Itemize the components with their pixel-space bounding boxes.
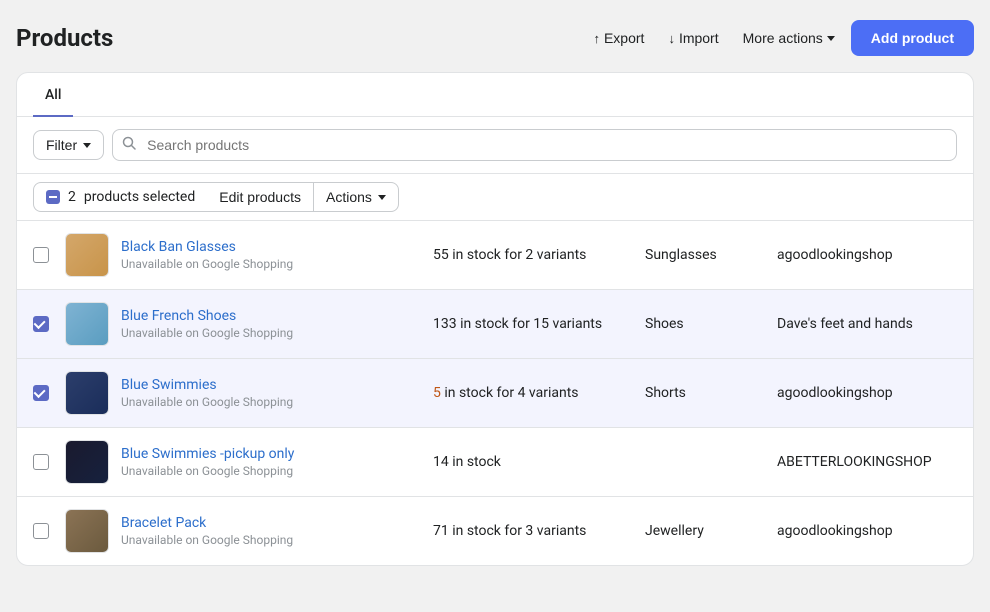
table-row: Black Ban Glasses Unavailable on Google S… [17, 221, 973, 290]
table-row: Blue French Shoes Unavailable on Google S… [17, 290, 973, 359]
tabs-bar: All [17, 73, 973, 117]
product-subtitle: Unavailable on Google Shopping [121, 395, 421, 409]
checkbox-cell [33, 523, 53, 539]
search-icon [122, 136, 136, 154]
stock-cell: 14 in stock [433, 454, 633, 470]
filter-chevron-icon [83, 143, 91, 148]
export-icon: ↑ [593, 31, 600, 46]
header-actions: ↑ Export ↓ Import More actions Add produ… [585, 20, 974, 56]
product-info: Bracelet Pack Unavailable on Google Shopp… [121, 515, 421, 547]
product-thumbnail [65, 233, 109, 277]
product-checkbox[interactable] [33, 454, 49, 470]
add-product-button[interactable]: Add product [851, 20, 974, 56]
checkbox-cell [33, 247, 53, 263]
export-button[interactable]: ↑ Export [585, 24, 652, 52]
product-name[interactable]: Bracelet Pack [121, 515, 206, 531]
search-container [112, 129, 957, 161]
category-cell: Shoes [645, 316, 765, 332]
product-info: Blue French Shoes Unavailable on Google S… [121, 308, 421, 340]
selected-count: 2 [68, 189, 76, 205]
filter-button[interactable]: Filter [33, 130, 104, 160]
stock-cell: 55 in stock for 2 variants [433, 247, 633, 263]
product-name[interactable]: Blue French Shoes [121, 308, 236, 324]
toolbar: Filter [17, 117, 973, 173]
chevron-down-icon [827, 36, 835, 41]
product-thumbnail [65, 371, 109, 415]
more-actions-button[interactable]: More actions [735, 24, 843, 52]
vendor-cell: ABETTERLOOKINGSHOP [777, 454, 957, 470]
product-checkbox[interactable] [33, 523, 49, 539]
checkbox-cell [33, 316, 53, 332]
stock-warning: 5 [433, 385, 441, 401]
actions-chevron-icon [378, 195, 386, 200]
selected-label: products selected [84, 189, 195, 205]
product-info: Blue Swimmies Unavailable on Google Shopp… [121, 377, 421, 409]
page-header: Products ↑ Export ↓ Import More actions … [16, 20, 974, 56]
products-card: All Filter 2 [16, 72, 974, 566]
page-container: Products ↑ Export ↓ Import More actions … [0, 0, 990, 612]
product-info: Black Ban Glasses Unavailable on Google S… [121, 239, 421, 271]
product-name[interactable]: Black Ban Glasses [121, 239, 236, 255]
vendor-cell: agoodlookingshop [777, 523, 957, 539]
product-checkbox[interactable] [33, 385, 49, 401]
import-button[interactable]: ↓ Import [660, 24, 726, 52]
minus-icon [46, 190, 60, 204]
vendor-cell: agoodlookingshop [777, 247, 957, 263]
category-cell: Jewellery [645, 523, 765, 539]
tab-all[interactable]: All [33, 73, 73, 117]
checkbox-cell [33, 385, 53, 401]
product-subtitle: Unavailable on Google Shopping [121, 533, 421, 547]
product-info: Blue Swimmies -pickup only Unavailable on… [121, 446, 421, 478]
checkbox-cell [33, 454, 53, 470]
product-thumbnail [65, 509, 109, 553]
product-table: Black Ban Glasses Unavailable on Google S… [17, 221, 973, 565]
product-checkbox[interactable] [33, 247, 49, 263]
vendor-cell: Dave's feet and hands [777, 316, 957, 332]
table-row: Blue Swimmies Unavailable on Google Shopp… [17, 359, 973, 428]
search-input[interactable] [112, 129, 957, 161]
edit-products-button[interactable]: Edit products [207, 182, 314, 212]
product-subtitle: Unavailable on Google Shopping [121, 464, 421, 478]
vendor-cell: agoodlookingshop [777, 385, 957, 401]
selection-indicator: 2 products selected [33, 182, 207, 212]
product-checkbox[interactable] [33, 316, 49, 332]
product-subtitle: Unavailable on Google Shopping [121, 326, 421, 340]
category-cell: Sunglasses [645, 247, 765, 263]
stock-cell: 71 in stock for 3 variants [433, 523, 633, 539]
product-subtitle: Unavailable on Google Shopping [121, 257, 421, 271]
product-name[interactable]: Blue Swimmies -pickup only [121, 446, 294, 462]
product-name[interactable]: Blue Swimmies [121, 377, 217, 393]
table-row: Blue Swimmies -pickup only Unavailable on… [17, 428, 973, 497]
selection-bar: 2 products selected Edit products Action… [17, 173, 973, 221]
product-thumbnail [65, 440, 109, 484]
product-thumbnail [65, 302, 109, 346]
category-cell: Shorts [645, 385, 765, 401]
stock-cell: 5 in stock for 4 variants [433, 385, 633, 401]
import-icon: ↓ [668, 31, 675, 46]
actions-button[interactable]: Actions [314, 182, 399, 212]
page-title: Products [16, 24, 113, 52]
table-row: Bracelet Pack Unavailable on Google Shopp… [17, 497, 973, 565]
stock-cell: 133 in stock for 15 variants [433, 316, 633, 332]
